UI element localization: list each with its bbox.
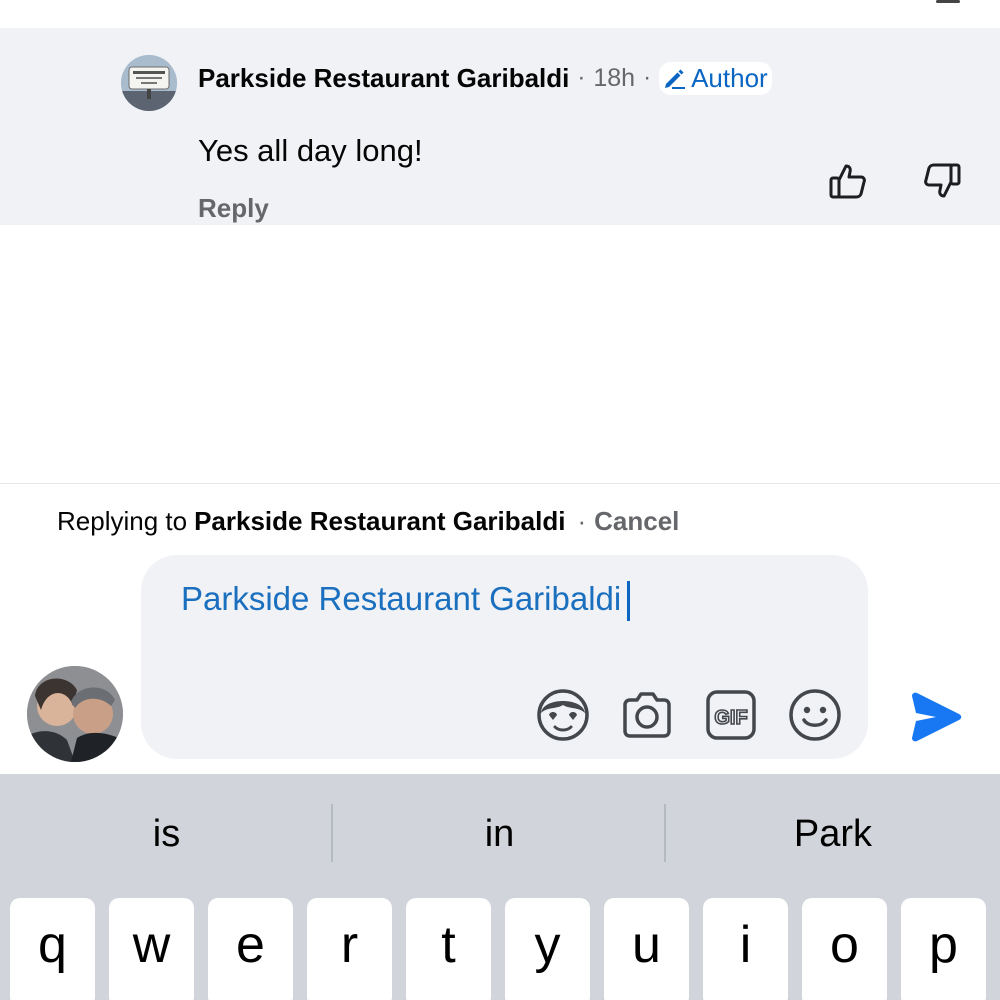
comment-input[interactable]: Parkside Restaurant Garibaldi GIF <box>141 555 868 759</box>
gif-button[interactable]: GIF <box>703 687 759 743</box>
gif-icon: GIF <box>706 690 756 740</box>
meta-separator: · <box>577 506 587 536</box>
thumbs-down-icon <box>924 163 961 198</box>
comment-header: Parkside Restaurant Garibaldi · 18h · Au… <box>198 61 772 95</box>
key-i[interactable]: i <box>703 898 788 1000</box>
meta-separator: · <box>577 64 586 91</box>
key-t[interactable]: t <box>406 898 491 1000</box>
meta-separator: · <box>643 64 652 91</box>
comment-author-name[interactable]: Parkside Restaurant Garibaldi <box>198 63 569 94</box>
current-user-avatar[interactable] <box>27 666 123 762</box>
author-badge: Author <box>659 61 772 95</box>
avatar-sticker-icon <box>537 689 589 741</box>
comment-card: Parkside Restaurant Garibaldi · 18h · Au… <box>0 28 1000 225</box>
like-button[interactable] <box>828 161 868 201</box>
comment-text: Yes all day long! <box>198 133 423 168</box>
comment-input-text[interactable]: Parkside Restaurant Garibaldi <box>181 580 631 622</box>
emoji-icon <box>789 689 841 741</box>
key-e[interactable]: e <box>208 898 293 1000</box>
key-r[interactable]: r <box>307 898 392 1000</box>
avatar-sticker-button[interactable] <box>535 687 591 743</box>
emoji-button[interactable] <box>787 687 843 743</box>
replying-bar: Replying to Parkside Restaurant Garibald… <box>57 506 679 537</box>
comment-author-avatar[interactable] <box>121 55 177 111</box>
suggestion-0[interactable]: is <box>0 804 333 864</box>
key-o[interactable]: o <box>802 898 887 1000</box>
mention-tag: Parkside Restaurant Garibaldi <box>181 580 622 617</box>
comment-timestamp[interactable]: 18h <box>593 64 635 93</box>
menu-edge-icon <box>936 0 960 3</box>
replying-to-name: Parkside Restaurant Garibaldi <box>194 506 566 536</box>
send-icon <box>912 692 962 742</box>
key-q[interactable]: q <box>10 898 95 1000</box>
camera-button[interactable] <box>619 687 675 743</box>
thumbs-up-icon <box>829 164 866 199</box>
reply-button[interactable]: Reply <box>198 193 269 224</box>
key-w[interactable]: w <box>109 898 194 1000</box>
comment-composer: Replying to Parkside Restaurant Garibald… <box>0 483 1000 774</box>
key-u[interactable]: u <box>604 898 689 1000</box>
dislike-button[interactable] <box>922 161 962 201</box>
key-y[interactable]: y <box>505 898 590 1000</box>
suggestion-1[interactable]: in <box>333 804 666 864</box>
cancel-reply-button[interactable]: Cancel <box>594 506 679 537</box>
send-button[interactable] <box>906 688 964 746</box>
text-caret <box>627 581 631 622</box>
top-strip <box>0 0 1000 28</box>
replying-prefix: Replying to <box>57 506 188 536</box>
keyboard: is in Park q w e r t y u i o p <box>0 774 1000 1000</box>
key-p[interactable]: p <box>901 898 986 1000</box>
pencil-icon <box>665 69 686 89</box>
camera-icon <box>623 692 671 738</box>
suggestion-2[interactable]: Park <box>666 804 1000 864</box>
author-badge-label: Author <box>691 62 768 93</box>
svg-text:GIF: GIF <box>714 707 747 729</box>
